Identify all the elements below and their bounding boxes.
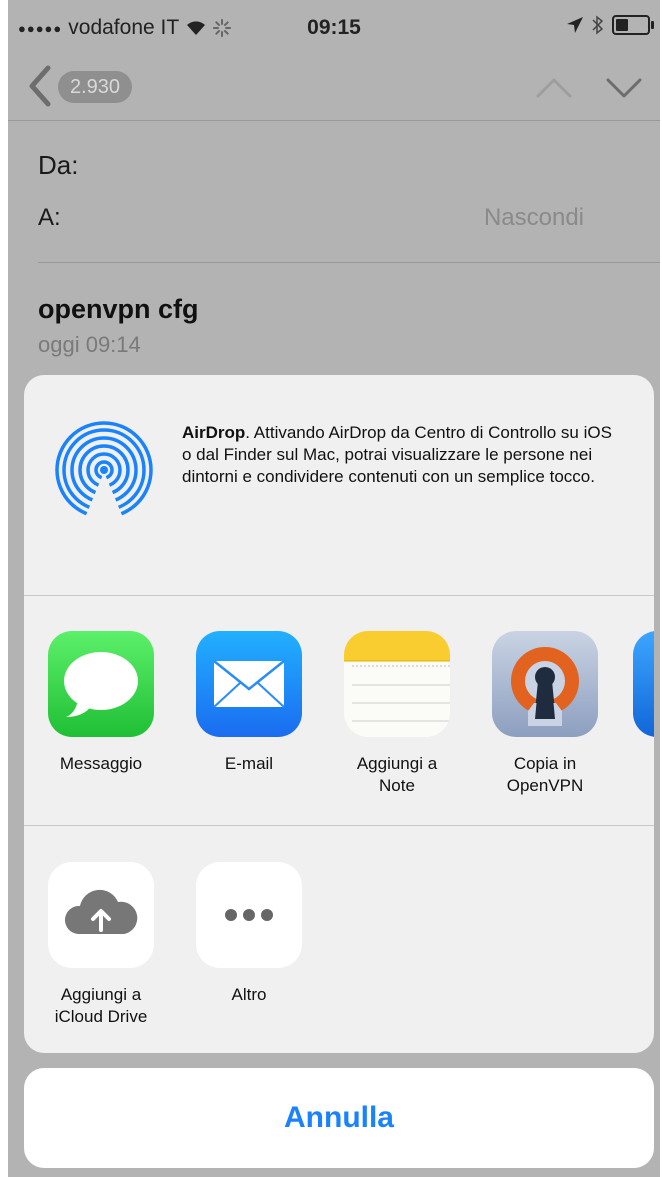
share-app-label: Aggiungi a Note [356,754,438,795]
airdrop-description-text: . Attivando AirDrop da Centro di Control… [182,423,612,486]
cancel-button[interactable]: Annulla [24,1068,654,1168]
previous-message-chevron-up-icon[interactable] [534,72,574,102]
mail-subject: openvpn cfg [38,294,199,324]
clock: 09:15 [307,16,361,39]
share-app-notes[interactable]: Aggiungi a Note [337,631,457,797]
hide-details-link[interactable]: Nascondi [484,204,584,232]
notes-icon [344,631,450,737]
header-divider [38,262,660,263]
share-app-openvpn[interactable]: Copia in OpenVPN [485,631,605,797]
share-apps-row: Messaggio E-mail Aggiungi a Note Copia i… [24,596,654,826]
more-icon [196,862,302,968]
openvpn-icon [492,631,598,737]
share-app-label: E-mail [224,754,274,773]
share-action-label: Aggiungi a iCloud Drive [54,985,148,1026]
app-icon [633,631,654,737]
message-count-badge[interactable]: 2.930 [58,71,133,103]
status-bar: ●●●●● vodafone IT 09:15 [8,0,660,60]
share-app-label: Copia in OpenVPN [506,754,584,795]
airdrop-icon [55,421,153,520]
bluetooth-icon [592,15,604,35]
share-action-icloud-drive[interactable]: Aggiungi a iCloud Drive [41,862,161,1028]
battery-icon [612,15,654,35]
share-sheet: AirDrop. Attivando AirDrop da Centro di … [24,375,654,1053]
share-action-more[interactable]: Altro [189,862,309,1006]
next-message-chevron-down-icon[interactable] [604,72,644,102]
nav-divider [8,120,660,121]
mail-icon [196,631,302,737]
to-label: A: [38,204,61,231]
messages-icon [48,631,154,737]
navigation-bar: 2.930 [8,58,660,118]
share-app-messages[interactable]: Messaggio [41,631,161,775]
location-arrow-icon [567,17,583,33]
share-actions-row: Aggiungi a iCloud Drive Altro [24,826,654,1053]
airdrop-section[interactable]: AirDrop. Attivando AirDrop da Centro di … [24,375,654,595]
airdrop-description: AirDrop. Attivando AirDrop da Centro di … [182,422,622,488]
back-chevron-icon[interactable] [22,62,58,110]
share-app-label: Messaggio [59,754,143,773]
status-right [566,15,654,35]
airdrop-title: AirDrop [182,423,246,442]
share-app-email[interactable]: E-mail [189,631,309,775]
from-label: Da: [38,150,79,180]
mail-date: oggi 09:14 [38,332,141,357]
share-action-label: Altro [231,985,267,1004]
share-app-partial[interactable] [633,631,654,737]
icloud-upload-icon [48,862,154,968]
